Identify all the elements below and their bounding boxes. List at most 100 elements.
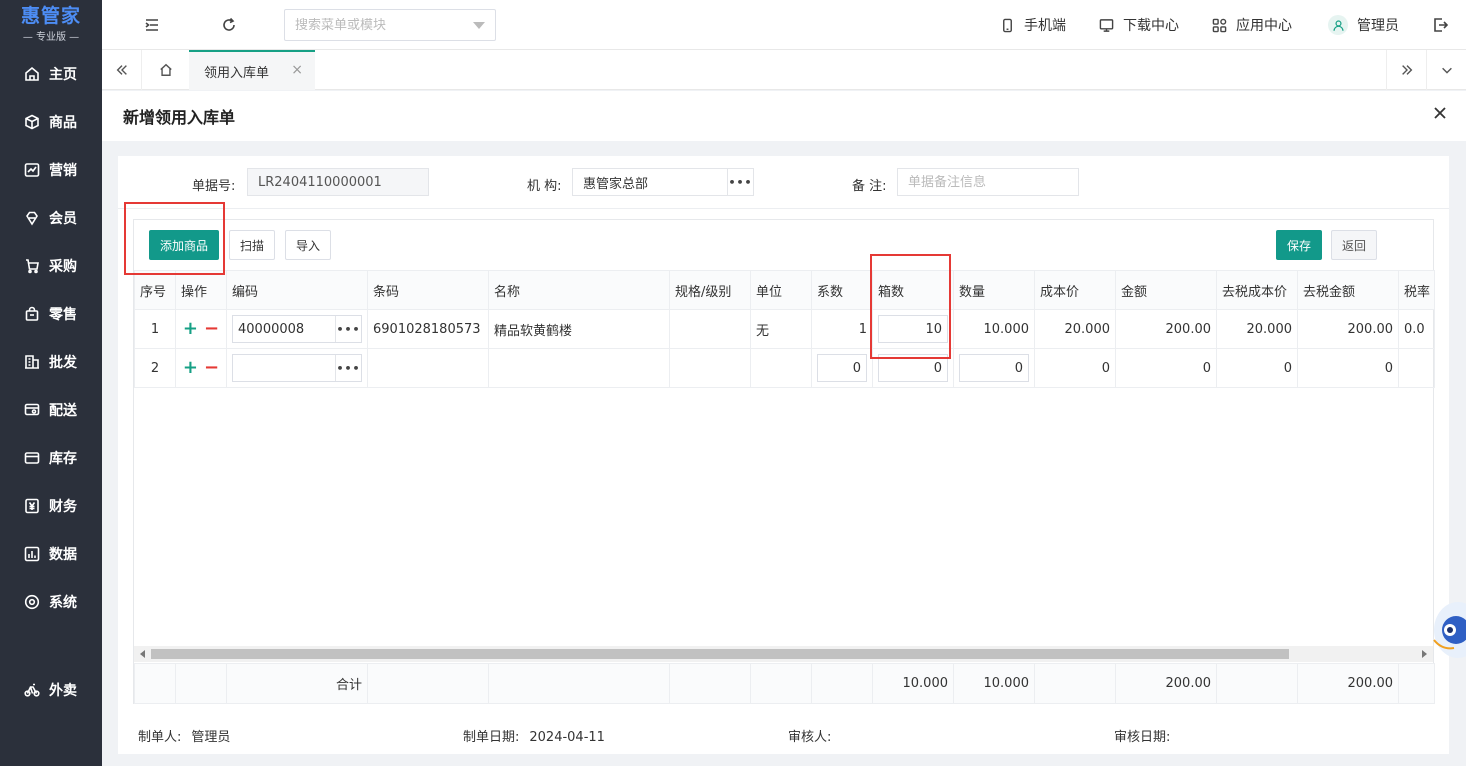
tab-requisition-inbound[interactable]: 领用入库单 ×: [189, 50, 315, 90]
scroll-right-arrow-icon[interactable]: [1422, 650, 1427, 658]
scrollbar-thumb[interactable]: [151, 649, 1289, 659]
goods-picker-button[interactable]: •••: [335, 316, 361, 342]
scroll-tabs-right-button[interactable]: [1386, 50, 1426, 90]
code-cell: •••: [226, 348, 368, 388]
app-center-link[interactable]: 应用中心: [1212, 15, 1292, 35]
sidebar-item-member[interactable]: 会员: [0, 198, 102, 238]
scroll-left-arrow-icon[interactable]: [140, 650, 145, 658]
table-header-row: 序号 操作 编码 条码 名称 规格/级别 单位 系数 箱数 数量 成本价 金额 …: [134, 270, 1435, 310]
qty-input[interactable]: 0: [959, 354, 1029, 382]
column-header: 去税金额: [1297, 270, 1399, 310]
edition-label: — 专业版 —: [22, 32, 80, 43]
remark-input[interactable]: [908, 174, 1078, 190]
tab-label: 领用入库单: [204, 65, 270, 81]
phone-icon: [1003, 18, 1012, 32]
remark-label: 备 注:: [852, 179, 887, 194]
mobile-link[interactable]: 手机端: [1000, 15, 1066, 35]
sidebar-item-delivery[interactable]: 配送: [0, 390, 102, 430]
tab-home[interactable]: [146, 50, 186, 90]
menu-search[interactable]: [284, 9, 496, 41]
refresh-button[interactable]: [218, 14, 240, 36]
sidebar-item-goods[interactable]: 商品: [0, 102, 102, 142]
close-panel-button[interactable]: [1432, 105, 1448, 121]
goods-picker-button[interactable]: •••: [335, 355, 361, 381]
maker-info: 制单人: 管理员: [138, 726, 230, 745]
double-chevron-right-icon: [1401, 65, 1412, 75]
sidebar-item-label: 商品: [49, 115, 77, 131]
home-icon: [25, 66, 39, 81]
total-net-amount: 200.00: [1297, 663, 1399, 704]
scroll-tabs-left-button[interactable]: [102, 50, 142, 90]
sidebar-item-label: 库存: [49, 451, 77, 467]
double-chevron-left-icon: [116, 65, 127, 75]
sidebar-item-label: 系统: [49, 595, 77, 611]
import-button[interactable]: 导入: [285, 230, 331, 260]
code-input[interactable]: •••: [232, 354, 362, 382]
user-menu[interactable]: 管理员: [1328, 15, 1399, 35]
close-tab-icon[interactable]: ×: [291, 62, 303, 78]
logo[interactable]: 惠管家 — 专业版 —: [0, 0, 102, 48]
save-button[interactable]: 保存: [1276, 230, 1322, 260]
column-header: 序号: [134, 270, 176, 310]
tabs-bar: 领用入库单 ×: [102, 50, 1466, 90]
monitor-icon: [1099, 18, 1114, 32]
sidebar-item-label: 外卖: [49, 683, 77, 699]
audit-date-label: 审核日期:: [1114, 730, 1171, 745]
boxes-input[interactable]: 0: [878, 354, 948, 382]
sidebar-item-data[interactable]: 数据: [0, 534, 102, 574]
user-name: 管理员: [1357, 18, 1399, 34]
building-icon: [25, 355, 39, 369]
name-cell: [488, 348, 670, 388]
net-cost-cell: 0: [1216, 348, 1298, 388]
sidebar-item-retail[interactable]: 零售: [0, 294, 102, 334]
add-row-icon[interactable]: +: [183, 359, 198, 377]
column-header: 数量: [953, 270, 1035, 310]
sidebar-item-wholesale[interactable]: 批发: [0, 342, 102, 382]
back-button[interactable]: 返回: [1331, 230, 1377, 260]
org-field[interactable]: 惠管家总部 •••: [572, 168, 754, 196]
download-center-link[interactable]: 下载中心: [1099, 15, 1179, 35]
sidebar-item-finance[interactable]: 财务: [0, 486, 102, 526]
org-picker-button[interactable]: •••: [727, 169, 753, 195]
sidebar-item-takeout[interactable]: 外卖: [0, 670, 102, 710]
sidebar-item-system[interactable]: 系统: [0, 582, 102, 622]
column-header: 单位: [750, 270, 812, 310]
total-qty: 10.000: [953, 663, 1035, 704]
horizontal-scrollbar[interactable]: [134, 646, 1433, 662]
boxes-input[interactable]: 10: [878, 315, 948, 343]
cube-icon: [25, 114, 39, 130]
barcode-cell: [367, 348, 489, 388]
factor-input[interactable]: 0: [817, 354, 867, 382]
assistant-robot-icon[interactable]: [1428, 592, 1466, 668]
inventory-icon: [24, 452, 40, 464]
sidebar-item-home[interactable]: 主页: [0, 54, 102, 94]
cart-icon: [26, 259, 39, 274]
sidebar-item-marketing[interactable]: 营销: [0, 150, 102, 190]
sidebar-item-purchase[interactable]: 采购: [0, 246, 102, 286]
code-value: 40000008: [238, 321, 305, 337]
remark-field[interactable]: [897, 168, 1079, 196]
add-row-icon[interactable]: +: [183, 320, 198, 338]
code-input[interactable]: 40000008 •••: [232, 315, 362, 343]
logout-button[interactable]: [1429, 14, 1451, 36]
menu-search-input[interactable]: [295, 17, 465, 33]
tax-cell: [1398, 348, 1435, 388]
add-goods-button[interactable]: 添加商品: [149, 230, 219, 260]
scan-button[interactable]: 扫描: [229, 230, 275, 260]
total-amount: 200.00: [1115, 663, 1217, 704]
table-row: 1 + − 40000008 ••• 6901028180573 精品软黄鹤楼 无…: [134, 309, 1435, 349]
column-header: 成本价: [1034, 270, 1116, 310]
spec-cell: [669, 348, 751, 388]
total-boxes: 10.000: [872, 663, 954, 704]
remove-row-icon[interactable]: −: [204, 359, 219, 377]
org-value: 惠管家总部: [583, 176, 649, 192]
menu-toggle-button[interactable]: [141, 14, 163, 36]
sidebar-item-inventory[interactable]: 库存: [0, 438, 102, 478]
remove-row-icon[interactable]: −: [204, 320, 219, 338]
boxes-cell: 0: [872, 348, 954, 388]
panel-header: 新增领用入库单: [102, 91, 1466, 141]
tabs-menu-button[interactable]: [1426, 50, 1466, 90]
amount-cell: 200.00: [1115, 309, 1217, 349]
unit-cell: 无: [750, 309, 812, 349]
sidebar: 惠管家 — 专业版 — 主页 商品 营销 会员 采购 零售 批发 配送 库存 财…: [0, 0, 102, 766]
